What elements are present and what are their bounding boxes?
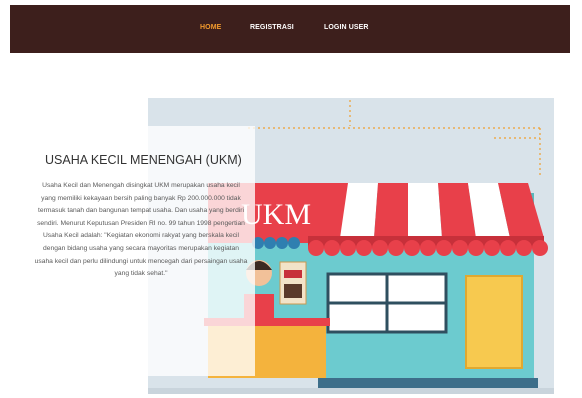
nav-registrasi-link[interactable]: REGISTRASI — [250, 24, 294, 31]
ukm-description: Usaha Kecil dan Menengah disingkat UKM m… — [34, 182, 248, 278]
nav-login-user-link[interactable]: LOGIN USER — [324, 24, 369, 31]
top-navbar: HOME REGISTRASI LOGIN USER — [10, 5, 570, 53]
shop-door — [465, 275, 523, 369]
nav-home-link[interactable]: HOME — [200, 24, 221, 31]
page-title: USAHA KECIL MENENGAH (UKM) — [45, 153, 242, 167]
